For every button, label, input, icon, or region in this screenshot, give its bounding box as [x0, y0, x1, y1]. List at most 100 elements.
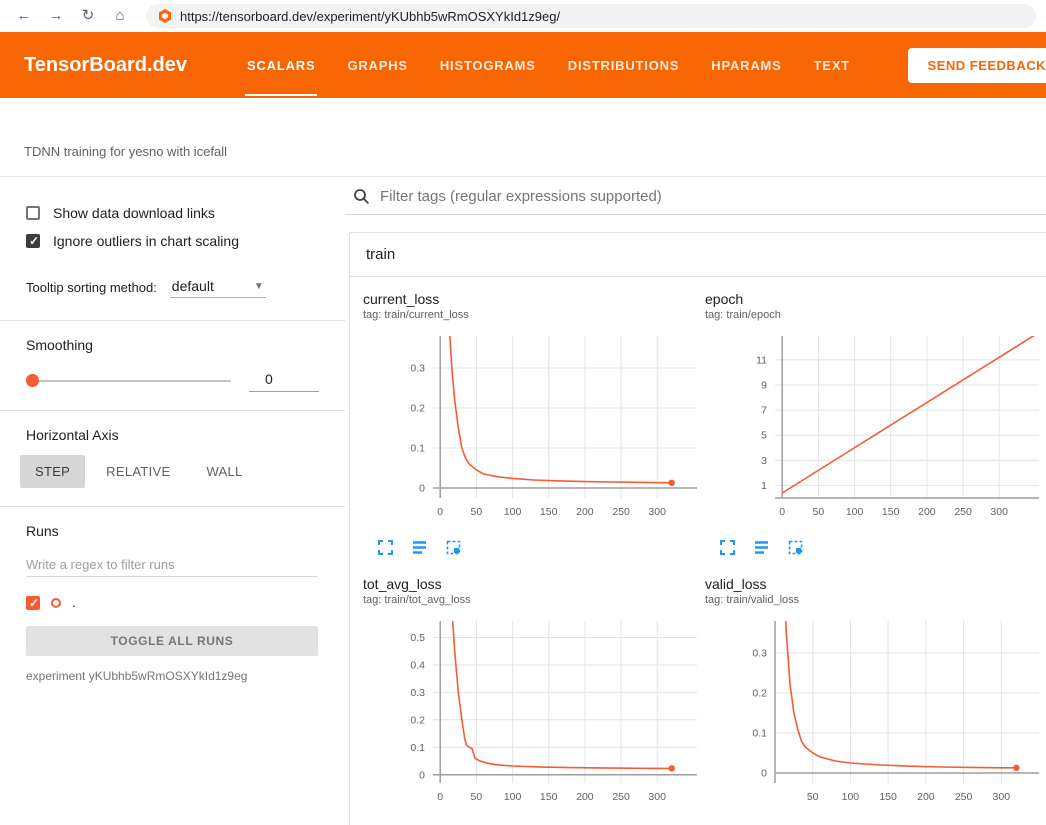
address-bar[interactable]: https://tensorboard.dev/experiment/yKUbh… [146, 4, 1036, 28]
axis-relative-button[interactable]: RELATIVE [91, 455, 185, 488]
tag-filter-input[interactable] [380, 188, 1038, 205]
svg-text:300: 300 [990, 506, 1008, 518]
svg-text:5: 5 [761, 430, 767, 442]
svg-text:300: 300 [993, 791, 1011, 803]
back-icon[interactable]: ← [10, 0, 38, 32]
svg-text:0.2: 0.2 [410, 403, 425, 415]
svg-text:300: 300 [648, 791, 666, 803]
home-icon[interactable]: ⌂ [106, 0, 134, 32]
tab-histograms[interactable]: HISTOGRAMS [424, 32, 552, 98]
smoothing-slider[interactable] [26, 374, 231, 388]
axis-step-button[interactable]: STEP [20, 455, 85, 488]
tab-scalars[interactable]: SCALARS [231, 32, 331, 98]
chart-toolbar [363, 818, 701, 825]
run-filter-input[interactable] [26, 553, 318, 577]
fit-domain-icon[interactable] [445, 539, 462, 556]
search-icon [353, 188, 370, 205]
fit-domain-icon[interactable] [787, 539, 804, 556]
send-feedback-button[interactable]: SEND FEEDBACK [908, 48, 1046, 83]
chart-tag: tag: train/current_loss [363, 309, 701, 321]
train-card: train current_losstag: train/current_los… [349, 232, 1046, 825]
line-chart[interactable]: 5010015020025030000.10.20.3 [705, 613, 1041, 813]
toggle-y-axis-icon[interactable] [753, 539, 770, 556]
line-chart[interactable]: 0501001502002503001357911 [705, 328, 1041, 528]
svg-text:200: 200 [918, 506, 936, 518]
tab-text[interactable]: TEXT [798, 32, 866, 98]
browser-toolbar: ← → ↻ ⌂ https://tensorboard.dev/experime… [0, 0, 1046, 32]
svg-text:0: 0 [437, 791, 443, 803]
svg-text:150: 150 [540, 791, 558, 803]
chart-card-epoch: epoch tag: train/epoch 0 50 100 150 200 250 300 1… [705, 291, 1043, 556]
chart-title: valid_loss [705, 576, 1043, 592]
svg-text:50: 50 [813, 506, 825, 518]
svg-text:150: 150 [540, 506, 558, 518]
chart-toolbar [705, 818, 1043, 825]
reload-icon[interactable]: ↻ [74, 0, 102, 32]
chart-tag: tag: train/epoch [705, 309, 1043, 321]
svg-text:50: 50 [471, 791, 483, 803]
svg-text:7: 7 [761, 405, 767, 417]
run-row[interactable]: . [0, 577, 345, 610]
svg-text:0.2: 0.2 [752, 688, 767, 700]
svg-text:3: 3 [761, 455, 767, 467]
svg-text:0.3: 0.3 [410, 363, 425, 375]
dashboard-main: train current_losstag: train/current_los… [345, 177, 1046, 825]
brand-logo: TensorBoard.dev [24, 54, 187, 77]
tab-graphs[interactable]: GRAPHS [331, 32, 423, 98]
ignore-outliers-checkbox[interactable] [26, 234, 40, 248]
svg-text:100: 100 [846, 506, 864, 518]
svg-text:0: 0 [419, 483, 425, 495]
smoothing-value[interactable]: 0 [249, 369, 319, 392]
svg-text:0.3: 0.3 [410, 687, 425, 699]
svg-text:0.3: 0.3 [752, 648, 767, 660]
tooltip-sorting-value: default [172, 278, 214, 294]
experiment-id-note: experiment yKUbhb5wRmOSXYkId1z9eg [26, 669, 319, 683]
svg-text:200: 200 [576, 506, 594, 518]
expand-chart-icon[interactable] [719, 539, 736, 556]
smoothing-label: Smoothing [0, 337, 345, 353]
axis-wall-button[interactable]: WALL [191, 455, 257, 488]
toggle-y-axis-icon[interactable] [411, 539, 428, 556]
smoothing-row: 0 [0, 353, 345, 394]
chart-toolbar [363, 533, 701, 556]
chevron-down-icon: ▼ [254, 281, 264, 292]
show-download-label: Show data download links [53, 205, 215, 221]
horizontal-axis-buttons: STEP RELATIVE WALL [0, 443, 345, 490]
svg-text:150: 150 [882, 506, 900, 518]
svg-text:100: 100 [504, 506, 522, 518]
tag-filter-row [345, 177, 1046, 215]
svg-text:0: 0 [419, 769, 425, 781]
svg-text:0.4: 0.4 [410, 659, 425, 671]
expand-chart-icon[interactable] [377, 539, 394, 556]
run-checkbox[interactable] [26, 596, 40, 610]
svg-text:0.1: 0.1 [410, 742, 425, 754]
svg-text:0: 0 [779, 506, 785, 518]
svg-text:0.1: 0.1 [410, 443, 425, 455]
svg-text:200: 200 [917, 791, 935, 803]
experiment-title: TDNN training for yesno with icefall [24, 144, 1046, 159]
run-color-circle [51, 598, 61, 608]
line-chart[interactable]: 05010015020025030000.10.20.3 [363, 328, 699, 528]
svg-text:50: 50 [471, 506, 483, 518]
ignore-outliers-row: Ignore outliers in chart scaling [0, 227, 345, 255]
chart-tag: tag: train/valid_loss [705, 594, 1043, 606]
tooltip-sorting-select[interactable]: default ▼ [170, 277, 266, 298]
svg-text:0.5: 0.5 [410, 632, 425, 644]
toggle-all-runs-button[interactable]: TOGGLE ALL RUNS [26, 626, 318, 656]
chart-title: epoch [705, 291, 1043, 307]
screen: ← → ↻ ⌂ https://tensorboard.dev/experime… [0, 0, 1046, 825]
show-download-checkbox[interactable] [26, 206, 40, 220]
slider-thumb[interactable] [26, 374, 39, 387]
tab-hparams[interactable]: HPARAMS [695, 32, 797, 98]
tag-group-title[interactable]: train [350, 233, 1046, 277]
svg-text:250: 250 [954, 506, 972, 518]
divider [0, 320, 345, 321]
tab-distributions[interactable]: DISTRIBUTIONS [552, 32, 696, 98]
settings-sidebar: Show data download links Ignore outliers… [0, 177, 345, 825]
ignore-outliers-label: Ignore outliers in chart scaling [53, 233, 239, 249]
svg-text:0.1: 0.1 [752, 728, 767, 740]
line-chart[interactable]: 05010015020025030000.10.20.30.40.5 [363, 613, 699, 813]
app-header: TensorBoard.dev SCALARS GRAPHS HISTOGRAM… [0, 32, 1046, 98]
forward-icon[interactable]: → [42, 0, 70, 32]
svg-text:1: 1 [761, 480, 767, 492]
